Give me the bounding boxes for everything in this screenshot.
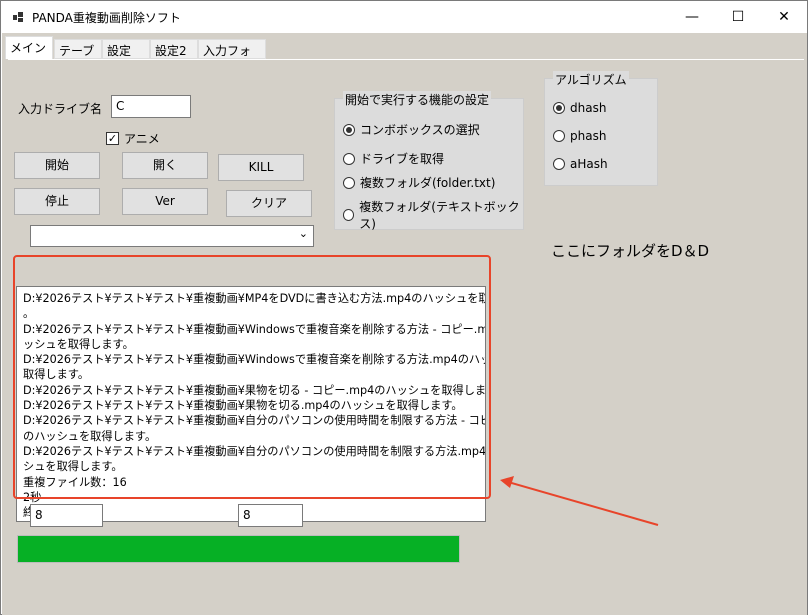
progress-bar <box>17 535 460 563</box>
open-button[interactable]: 開く <box>122 152 208 179</box>
radio-dhash[interactable]: dhash <box>553 101 606 115</box>
app-icon <box>13 12 23 22</box>
progress-fill <box>18 536 459 562</box>
anime-label: アニメ <box>124 132 160 146</box>
annotation-arrow-icon <box>500 476 659 526</box>
radio-icon <box>343 152 355 165</box>
radio-label: 複数フォルダ(テキストボックス) <box>359 200 520 231</box>
number-field-1[interactable]: 8 <box>30 504 103 527</box>
radio-icon <box>553 102 565 114</box>
chevron-down-icon: ⌄ <box>298 227 308 240</box>
drive-label: 入力ドライブ名 <box>18 102 103 116</box>
radio-label: phash <box>570 129 607 143</box>
radio-icon <box>343 209 355 221</box>
folder-combobox[interactable]: ⌄ <box>30 225 314 247</box>
radio-phash[interactable]: phash <box>553 129 606 143</box>
check-icon: ✓ <box>106 132 119 145</box>
title-bar: PANDA重複動画削除ソフト — ☐ ✕ <box>1 1 807 33</box>
radio-icon <box>343 176 355 189</box>
kill-button[interactable]: KILL <box>218 154 304 181</box>
radio-label: コンボボックスの選択 <box>360 123 480 137</box>
tab-settings2[interactable]: 設定2 <box>150 39 198 59</box>
minimize-button[interactable]: — <box>669 1 715 33</box>
radio-drive[interactable]: ドライブを取得 <box>343 150 444 167</box>
clear-button[interactable]: クリア <box>226 190 312 217</box>
group-title: 開始で実行する機能の設定 <box>343 91 492 108</box>
start-button[interactable]: 開始 <box>14 152 100 179</box>
radio-combobox[interactable]: コンボボックスの選択 <box>343 121 480 138</box>
app-window: PANDA重複動画削除ソフト — ☐ ✕ テーブル 設定 設定2 入力フォルダ … <box>0 0 808 615</box>
radio-label: ドライブを取得 <box>360 152 445 166</box>
radio-icon <box>553 130 565 142</box>
maximize-button[interactable]: ☐ <box>715 1 761 33</box>
radio-ahash[interactable]: aHash <box>553 157 608 171</box>
anime-checkbox[interactable]: ✓ アニメ <box>106 130 160 147</box>
drive-input[interactable]: C <box>111 95 191 118</box>
radio-folder-txt[interactable]: 複数フォルダ(folder.txt) <box>343 174 495 191</box>
group-title: アルゴリズム <box>553 71 629 88</box>
radio-icon <box>343 123 355 136</box>
tab-main-label: メイン <box>10 41 47 55</box>
annotation-highlight <box>13 255 491 499</box>
drop-hint[interactable]: ここにフォルダをD＆D <box>551 240 709 261</box>
tab-table[interactable]: テーブル <box>54 39 102 75</box>
algorithm-group: アルゴリズム dhash phash aHash <box>544 71 658 186</box>
window-title: PANDA重複動画削除ソフト <box>32 11 181 25</box>
tab-settings[interactable]: 設定 <box>102 39 150 59</box>
radio-label: aHash <box>570 157 608 171</box>
number-field-2[interactable]: 8 <box>238 504 303 527</box>
radio-icon <box>553 158 565 170</box>
tab-main[interactable]: メイン <box>5 36 53 59</box>
ver-button[interactable]: Ver <box>122 188 208 215</box>
close-button[interactable]: ✕ <box>761 1 807 33</box>
stop-button[interactable]: 停止 <box>14 188 100 215</box>
tab-input-folder[interactable]: 入力フォルダ <box>198 39 266 75</box>
start-function-group: 開始で実行する機能の設定 コンボボックスの選択 ドライブを取得 複数フォルダ(f… <box>334 91 524 232</box>
radio-label: 複数フォルダ(folder.txt) <box>360 176 496 190</box>
radio-textbox[interactable]: 複数フォルダ(テキストボックス) <box>343 198 523 232</box>
radio-label: dhash <box>570 101 607 115</box>
